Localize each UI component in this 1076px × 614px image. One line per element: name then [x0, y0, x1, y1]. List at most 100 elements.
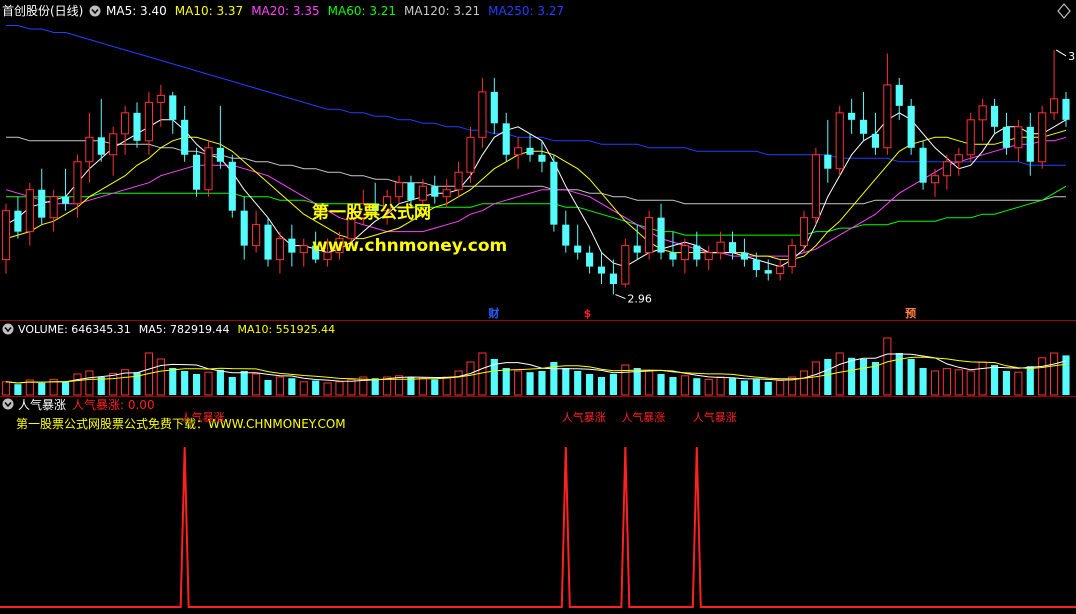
volume-bar — [169, 368, 177, 395]
volume-bar — [156, 358, 165, 396]
candle — [824, 119, 832, 183]
candle — [621, 238, 630, 288]
candle — [25, 182, 34, 246]
ma-label: MA5: 3.40 — [106, 4, 167, 18]
volume-bar — [288, 378, 296, 395]
candle — [657, 203, 665, 260]
volume-bar — [14, 384, 22, 395]
volume-bar — [704, 378, 713, 396]
volume-bar — [181, 371, 189, 395]
signal-label: 人气暴涨 — [621, 410, 665, 424]
candle — [645, 210, 654, 260]
candle — [609, 259, 617, 295]
volume-bar — [442, 376, 451, 396]
volume-bar — [990, 365, 999, 395]
candle — [38, 168, 46, 225]
candle — [907, 98, 915, 155]
candle — [288, 224, 296, 267]
volume-bar — [824, 359, 832, 395]
volume-bar — [680, 375, 689, 396]
volume-bar — [192, 374, 201, 395]
candle — [466, 126, 475, 183]
candle — [49, 189, 58, 232]
candle — [216, 105, 224, 169]
volume-bar — [264, 380, 272, 395]
volume-bar — [859, 359, 868, 395]
watermark-line1: 第一股票公式网 — [312, 202, 431, 223]
volume-bar — [609, 374, 617, 395]
candle — [121, 105, 130, 155]
candle — [61, 168, 70, 211]
volume-bar — [942, 368, 951, 396]
signal-label: 人气暴涨 — [181, 410, 225, 424]
candle — [954, 147, 963, 176]
candle — [799, 210, 809, 253]
volume-label: VOLUME: 646345.31 — [18, 323, 131, 336]
candle — [848, 98, 856, 134]
volume-label: MA5: 782919.44 — [139, 323, 230, 336]
candle — [550, 154, 558, 232]
high-label: 3.59 — [1068, 50, 1076, 63]
candle — [669, 231, 677, 267]
volume-bar — [514, 370, 523, 396]
signal-label: 人气暴涨 — [562, 410, 606, 424]
candle — [1050, 49, 1059, 120]
ma-label: MA250: 3.27 — [488, 4, 564, 18]
volume-bar — [621, 364, 630, 396]
volume-bar — [228, 377, 236, 395]
volume-bar — [930, 370, 940, 396]
volume-bar — [97, 377, 105, 395]
volume-bar — [645, 370, 654, 396]
candle — [181, 105, 189, 162]
candle — [740, 238, 748, 267]
low-pointer — [615, 294, 626, 299]
diamond-icon[interactable] — [1057, 3, 1071, 19]
volume-bar — [1038, 357, 1047, 396]
candle — [442, 179, 451, 208]
ma-label: MA120: 3.21 — [404, 4, 480, 18]
volume-bar — [252, 373, 261, 396]
price-header: 首创股份(日线) MA5: 3.40 MA10: 3.37 MA20: 3.35 MA… — [2, 3, 1071, 19]
candle — [1, 203, 11, 274]
volume-bar — [323, 382, 332, 396]
volume-bar — [454, 370, 463, 396]
volume-bar — [919, 368, 927, 395]
volume-bar — [61, 381, 70, 395]
volume-bar — [240, 371, 248, 395]
volume-header: VOLUME: 646345.31 MA5: 782919.44 MA10: 551… — [2, 323, 335, 336]
candle — [835, 105, 844, 176]
volume-bar — [38, 383, 46, 395]
volume-bar — [883, 337, 892, 396]
candle — [394, 175, 404, 204]
volume-bar — [394, 375, 404, 396]
candle — [562, 210, 570, 253]
volume-legend: VOLUME: 646345.31 MA5: 782919.44 MA10: 551… — [18, 323, 335, 336]
candle — [597, 252, 606, 285]
candle — [502, 112, 510, 162]
event-marker[interactable]: 财 — [487, 306, 499, 320]
event-marker[interactable]: $ — [584, 307, 592, 320]
signal-label: 人气暴涨 — [693, 410, 737, 424]
volume-bar — [848, 357, 856, 395]
chart-canvas: 首创股份(日线) MA5: 3.40 MA10: 3.37 MA20: 3.35 MA… — [0, 3, 1076, 608]
ma-legend-toggle-icon[interactable] — [89, 5, 101, 17]
candle — [299, 238, 308, 267]
volume-panel — [1, 337, 1070, 396]
volume-bar — [728, 378, 737, 395]
volume-bar — [275, 376, 285, 396]
volume-label: MA10: 551925.44 — [237, 323, 335, 336]
volume-bar — [764, 381, 772, 395]
event-marker[interactable]: 预 — [905, 306, 916, 320]
volume-bar — [109, 372, 118, 396]
candle — [109, 126, 118, 176]
candle — [1014, 119, 1023, 162]
indicator-value: 人气暴涨: 0.00 — [72, 397, 155, 412]
candle — [704, 245, 713, 271]
candle — [1038, 105, 1047, 169]
volume-bar — [418, 377, 427, 396]
volume-bar — [1014, 371, 1023, 396]
indicator-toggle-icon[interactable] — [2, 398, 14, 410]
candle — [454, 161, 463, 197]
price-panel: 3.59 2.96 财 $ 预 第一股票公式网 www.chnmoney.com — [1, 25, 1076, 320]
volume-toggle-icon[interactable] — [2, 323, 14, 335]
